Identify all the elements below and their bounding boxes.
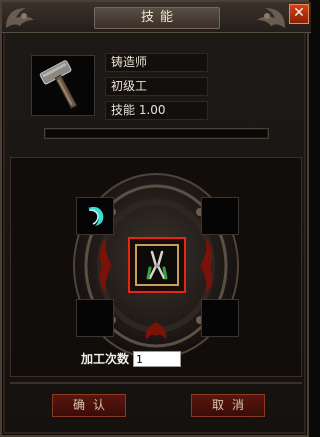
skill-icon-slot xyxy=(31,55,95,116)
material-slot-top-right[interactable] xyxy=(201,197,239,235)
corner-ornament-right xyxy=(257,8,285,28)
cancel-button[interactable]: 取消 xyxy=(191,394,265,417)
material-slot-top-left[interactable] xyxy=(76,197,114,235)
material-slot-bottom-left[interactable] xyxy=(76,299,114,337)
craft-count-label: 加工次数 xyxy=(81,352,130,366)
skill-name-field: 铸造师 xyxy=(105,53,208,72)
pliers-icon xyxy=(146,250,168,280)
material-slot-bottom-right[interactable] xyxy=(201,299,239,337)
window-title: 技能 xyxy=(140,10,179,25)
divider xyxy=(10,382,302,384)
skill-level-field: 技能 1.00 xyxy=(105,101,208,120)
title-plate: 技能 xyxy=(94,7,220,29)
skill-progress-bar xyxy=(44,128,269,139)
gem-icon xyxy=(88,206,104,226)
hammer-icon xyxy=(39,60,78,109)
title-bar[interactable]: 技能 ✕ xyxy=(2,2,311,33)
craft-count-input[interactable] xyxy=(133,351,181,367)
skill-window: 技能 ✕ 铸造师 初级工 技能 1.00 加工次数 1 确认 取消 xyxy=(0,0,311,437)
close-button[interactable]: ✕ xyxy=(289,4,309,24)
product-slot[interactable] xyxy=(128,237,186,293)
close-icon: ✕ xyxy=(293,5,305,21)
confirm-button[interactable]: 确认 xyxy=(52,394,126,417)
product-slot-frame xyxy=(135,244,179,286)
skill-rank-field: 初级工 xyxy=(105,77,208,96)
corner-ornament-left xyxy=(6,8,34,28)
